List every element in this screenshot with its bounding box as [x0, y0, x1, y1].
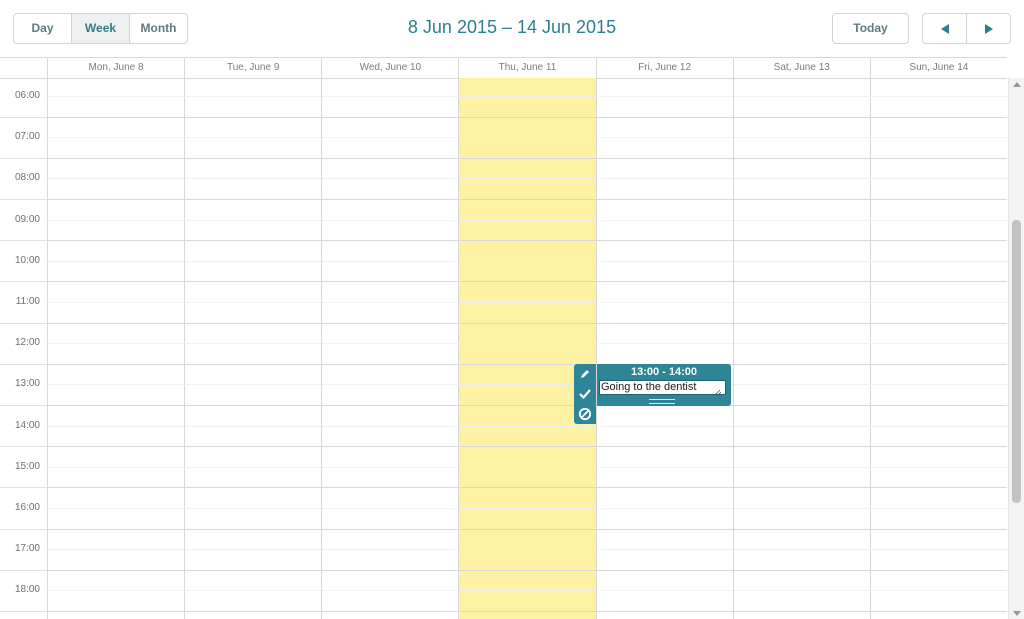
half-hour-line — [47, 343, 1007, 345]
hour-tick — [0, 363, 47, 365]
time-label: 18:00 — [14, 584, 40, 596]
confirm-event-button[interactable] — [574, 384, 596, 404]
half-hour-line — [47, 96, 1007, 97]
hour-tick — [0, 116, 47, 118]
cancel-icon — [578, 407, 592, 421]
half-hour-line — [47, 137, 1007, 139]
hour-tick — [0, 157, 47, 159]
header-corner — [0, 57, 47, 79]
vertical-scrollbar[interactable] — [1008, 78, 1024, 619]
hour-line — [47, 569, 1007, 571]
half-hour-line — [47, 302, 1007, 303]
hour-line — [47, 528, 1007, 530]
hour-tick — [0, 446, 47, 448]
edit-event-button[interactable] — [574, 364, 596, 384]
day-column[interactable] — [595, 78, 733, 619]
hour-line — [47, 240, 1007, 242]
day-column[interactable] — [732, 78, 870, 619]
time-label: 13:00 — [14, 378, 40, 390]
scroll-up-arrow-icon[interactable] — [1013, 82, 1021, 87]
event-toolbar — [574, 364, 596, 424]
day-header-row: Mon, June 8 Tue, June 9 Wed, June 10 Thu… — [47, 57, 1007, 79]
hour-tick — [0, 281, 47, 283]
today-button[interactable]: Today — [832, 13, 909, 44]
hour-line — [47, 199, 1007, 200]
half-hour-line — [47, 178, 1007, 180]
hour-line — [47, 322, 1007, 324]
hour-tick — [0, 199, 47, 200]
day-column[interactable] — [184, 78, 321, 619]
half-hour-line — [47, 219, 1007, 221]
day-header[interactable]: Thu, June 11 — [458, 58, 595, 78]
half-hour-line — [47, 260, 1007, 262]
hour-line — [47, 157, 1007, 159]
scroll-thumb[interactable] — [1012, 220, 1021, 503]
day-header[interactable]: Wed, June 10 — [321, 58, 458, 78]
time-label: 08:00 — [14, 172, 40, 184]
previous-button[interactable] — [923, 14, 966, 43]
hour-line — [47, 611, 1007, 612]
time-label: 17:00 — [14, 543, 40, 555]
check-icon — [579, 389, 591, 400]
day-header[interactable]: Sat, June 13 — [732, 58, 870, 78]
half-hour-line — [47, 425, 1007, 427]
hour-tick — [0, 405, 47, 406]
hour-tick — [0, 322, 47, 324]
hour-line — [47, 487, 1007, 489]
half-hour-line — [47, 549, 1007, 551]
day-column[interactable] — [869, 78, 1007, 619]
half-hour-line — [47, 466, 1007, 468]
day-header[interactable]: Fri, June 12 — [595, 58, 733, 78]
time-label: 12:00 — [14, 337, 40, 349]
next-button[interactable] — [966, 14, 1010, 43]
event-resize-handle[interactable] — [649, 399, 675, 404]
hour-tick — [0, 528, 47, 530]
time-label: 14:00 — [14, 419, 40, 431]
time-label: 06:00 — [14, 90, 40, 101]
hour-line — [47, 363, 1007, 365]
hour-line — [47, 405, 1007, 406]
hour-tick — [0, 611, 47, 612]
hour-tick — [0, 487, 47, 489]
hour-tick — [0, 240, 47, 242]
time-label: 11:00 — [15, 296, 40, 307]
pencil-icon — [581, 370, 589, 378]
event-title-input[interactable]: Going to the dentist — [599, 380, 726, 395]
hour-tick — [0, 569, 47, 571]
time-label: 09:00 — [14, 213, 40, 225]
day-column[interactable] — [321, 78, 458, 619]
time-label: 15:00 — [14, 460, 40, 472]
cancel-event-button[interactable] — [574, 404, 596, 424]
event-time: 13:00 - 14:00 — [630, 366, 698, 378]
time-grid[interactable]: 06:00 07:00 08:00 09:00 10:00 11:00 12:00 13:00… — [0, 78, 1007, 619]
today-column[interactable] — [458, 78, 596, 619]
half-hour-line — [47, 384, 1007, 386]
time-label: 07:00 — [14, 131, 40, 143]
nav-buttons — [922, 13, 1011, 44]
day-header[interactable]: Sun, June 14 — [869, 58, 1007, 78]
half-hour-line — [47, 508, 1007, 509]
textarea-resize-icon[interactable] — [713, 390, 721, 395]
calendar-event[interactable]: 13:00 - 14:00 Going to the dentist — [597, 364, 731, 406]
half-hour-line — [47, 590, 1007, 592]
triangle-right-icon — [984, 23, 993, 34]
time-label: 16:00 — [14, 502, 40, 513]
hour-line — [47, 446, 1007, 448]
time-label: 10:00 — [14, 254, 40, 266]
day-header[interactable]: Tue, June 9 — [184, 58, 321, 78]
hour-line — [47, 116, 1007, 118]
triangle-left-icon — [940, 23, 949, 34]
scroll-down-arrow-icon[interactable] — [1013, 611, 1021, 616]
hour-line — [47, 281, 1007, 283]
day-header[interactable]: Mon, June 8 — [47, 58, 184, 78]
day-column[interactable] — [47, 78, 184, 619]
